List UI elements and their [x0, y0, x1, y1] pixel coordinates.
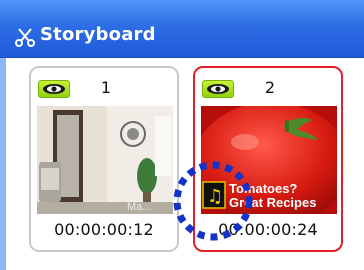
visibility-toggle[interactable] [202, 80, 234, 98]
thumbnail-watermark: Ma... [127, 201, 151, 213]
visibility-toggle[interactable] [38, 80, 70, 98]
clip-number: 1 [100, 78, 112, 97]
eye-icon [43, 84, 65, 94]
storyboard-clip-1[interactable]: 1 Ma... 00:00:00:12 [29, 66, 179, 252]
title-bar[interactable]: Storyboard [0, 0, 364, 58]
clip-timecode: 00:00:00:12 [54, 220, 154, 239]
clip-number: 2 [264, 78, 276, 97]
eye-icon [207, 84, 229, 94]
window-title: Storyboard [40, 24, 156, 45]
drop-target-indicator [173, 161, 253, 241]
scissors-icon [15, 28, 35, 47]
storyboard-window: Storyboard 1 Ma... 00:00:00:12 2 ♫ Tomat… [0, 0, 364, 270]
clip-thumbnail: Ma... [37, 106, 173, 214]
